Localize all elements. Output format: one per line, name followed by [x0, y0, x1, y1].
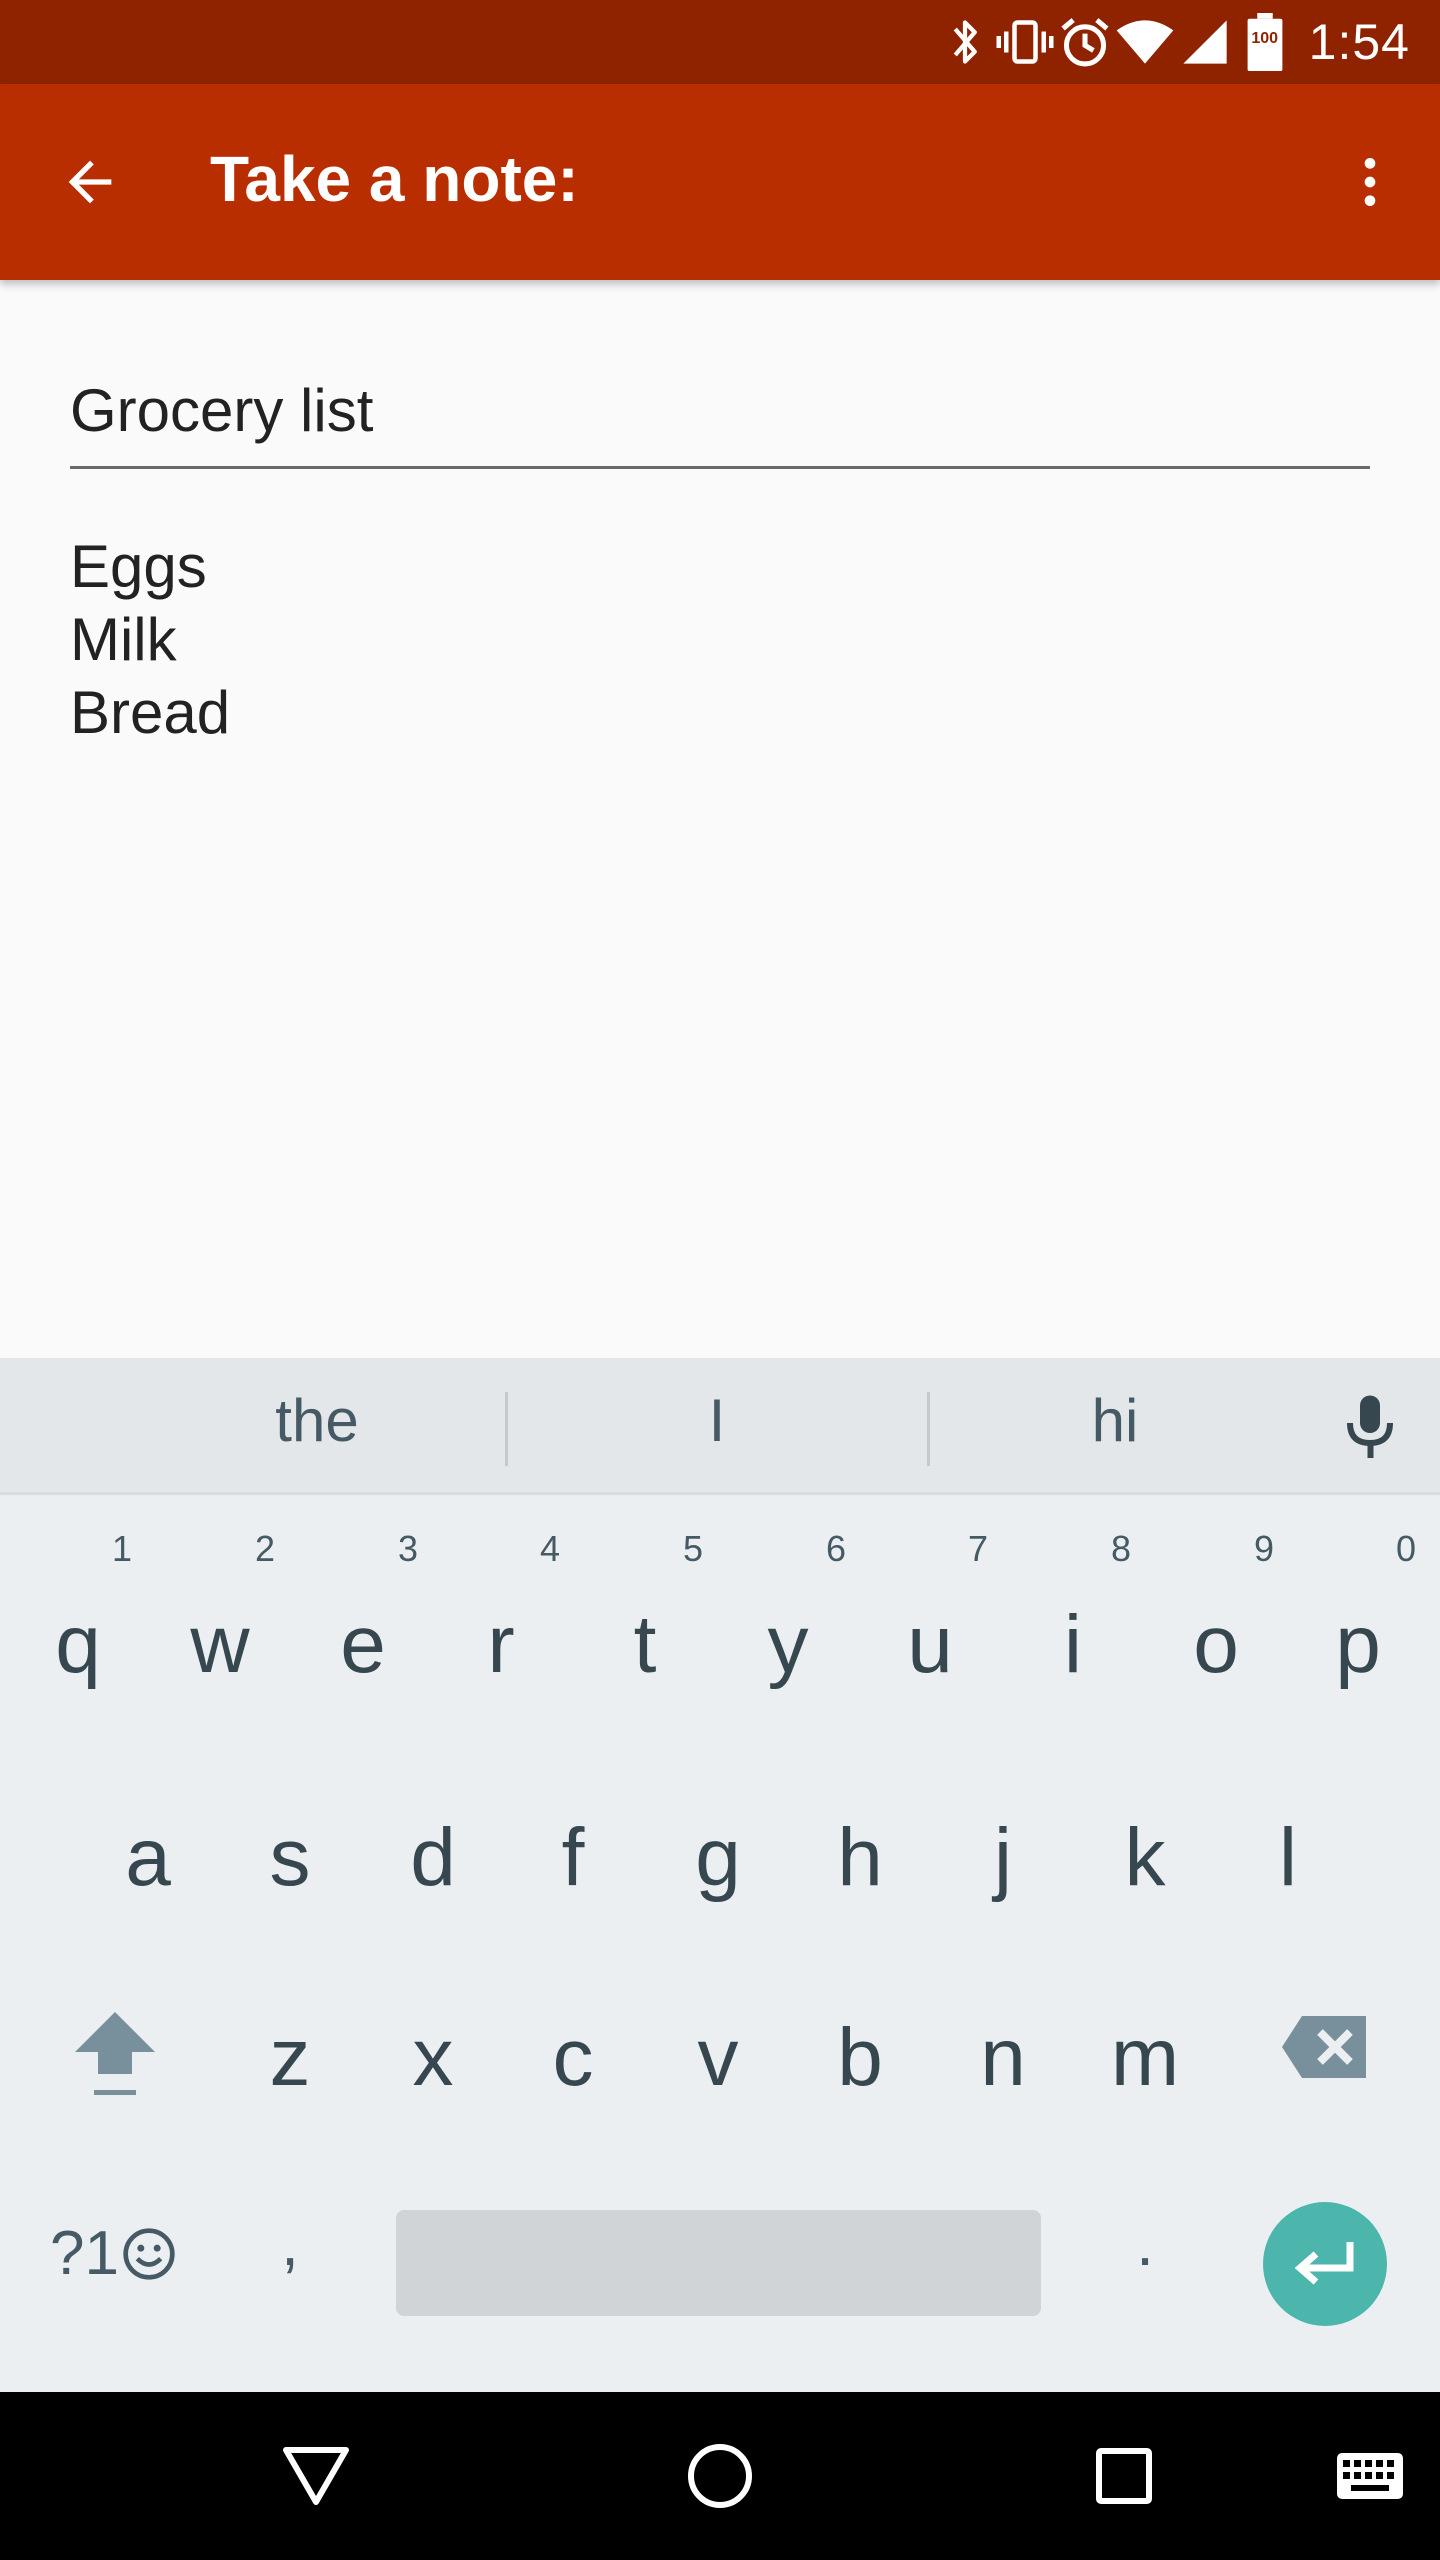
key-o[interactable]: o	[1156, 1598, 1276, 1692]
keyboard-switch-button[interactable]	[1320, 2426, 1420, 2526]
note-line: Eggs	[70, 533, 207, 600]
key-j[interactable]: j	[943, 1811, 1063, 1905]
emoji-icon	[123, 2227, 175, 2280]
shift-key[interactable]	[70, 2002, 160, 2102]
suggestion-divider	[505, 1392, 508, 1466]
soft-keyboard: the I hi 1 2 3 4 5 6 7 8 9 0 q w e r t y…	[0, 1358, 1440, 2392]
status-time: 1:54	[1308, 14, 1410, 70]
key-c[interactable]: c	[513, 2011, 633, 2105]
key-hint: 7	[967, 1528, 989, 1569]
battery-icon: 100	[1235, 0, 1295, 84]
key-p[interactable]: p	[1298, 1598, 1418, 1692]
shift-icon	[75, 2012, 155, 2095]
comma-key[interactable]: ,	[230, 2206, 350, 2280]
key-n[interactable]: n	[943, 2011, 1063, 2105]
key-hint: 9	[1253, 1528, 1275, 1569]
suggestion-item[interactable]: the	[192, 1386, 442, 1455]
key-y[interactable]: y	[728, 1598, 848, 1692]
vibrate-icon	[995, 0, 1055, 84]
return-icon	[1294, 2242, 1354, 2285]
bluetooth-icon	[935, 0, 995, 84]
key-m[interactable]: m	[1085, 2011, 1205, 2105]
enter-key[interactable]	[1263, 2202, 1387, 2326]
key-a[interactable]: a	[88, 1811, 208, 1905]
key-hint: 6	[825, 1528, 847, 1569]
suggestion-strip: the I hi	[0, 1358, 1440, 1495]
key-hint: 5	[682, 1528, 704, 1569]
key-h[interactable]: h	[800, 1811, 920, 1905]
key-hint: 4	[539, 1528, 561, 1569]
note-title-input[interactable]: Grocery list	[70, 376, 1370, 469]
recents-nav-button[interactable]	[1074, 2426, 1174, 2526]
key-s[interactable]: s	[230, 1811, 350, 1905]
note-line: Bread	[70, 679, 231, 746]
alarm-icon	[1055, 0, 1115, 84]
key-b[interactable]: b	[800, 2011, 920, 2105]
symbols-key[interactable]: ?1	[50, 2218, 177, 2289]
key-g[interactable]: g	[658, 1811, 778, 1905]
key-l[interactable]: l	[1228, 1811, 1348, 1905]
key-hint: 1	[111, 1528, 133, 1569]
key-d[interactable]: d	[373, 1811, 493, 1905]
overflow-menu-button[interactable]	[1320, 132, 1420, 232]
key-hint: 3	[397, 1528, 419, 1569]
back-nav-button[interactable]	[266, 2426, 366, 2526]
suggestion-item[interactable]: hi	[990, 1386, 1240, 1455]
key-hint: 8	[1110, 1528, 1132, 1569]
key-hint: 2	[254, 1528, 276, 1569]
key-hint: 0	[1395, 1528, 1417, 1569]
key-w[interactable]: w	[160, 1598, 280, 1692]
more-vert-icon	[1364, 158, 1376, 206]
key-v[interactable]: v	[658, 2011, 778, 2105]
home-nav-button[interactable]	[670, 2426, 770, 2526]
suggestion-divider	[927, 1392, 930, 1466]
key-e[interactable]: e	[303, 1598, 423, 1692]
note-line: Milk	[70, 606, 177, 673]
back-button[interactable]	[40, 132, 140, 232]
app-bar: Take a note:	[0, 84, 1440, 280]
period-key[interactable]: .	[1085, 2206, 1205, 2280]
keyboard-icon	[1337, 2453, 1403, 2499]
navigation-bar	[0, 2392, 1440, 2560]
battery-level: 100	[1251, 30, 1279, 47]
key-r[interactable]: r	[441, 1598, 561, 1692]
backspace-key[interactable]	[1280, 2012, 1370, 2082]
key-u[interactable]: u	[870, 1598, 990, 1692]
nav-home-icon	[688, 2444, 752, 2508]
mic-icon[interactable]	[1334, 1392, 1406, 1464]
key-f[interactable]: f	[513, 1811, 633, 1905]
symbols-label: ?1	[50, 2219, 119, 2288]
key-i[interactable]: i	[1013, 1598, 1133, 1692]
key-q[interactable]: q	[18, 1598, 138, 1692]
suggestion-item[interactable]: I	[592, 1386, 842, 1455]
status-bar: 100 1:54	[0, 0, 1440, 84]
backspace-icon	[1282, 2016, 1366, 2078]
key-z[interactable]: z	[230, 2011, 350, 2105]
nav-recents-icon	[1096, 2448, 1152, 2504]
key-t[interactable]: t	[585, 1598, 705, 1692]
nav-back-icon	[283, 2447, 349, 2505]
note-body-input[interactable]: Eggs Milk Bread	[70, 530, 1370, 749]
key-x[interactable]: x	[373, 2011, 493, 2105]
key-k[interactable]: k	[1085, 1811, 1205, 1905]
wifi-icon	[1115, 0, 1175, 84]
page-title: Take a note:	[210, 143, 579, 215]
arrow-back-icon	[68, 160, 112, 204]
cell-signal-icon	[1175, 0, 1235, 84]
space-bar[interactable]	[396, 2210, 1041, 2316]
